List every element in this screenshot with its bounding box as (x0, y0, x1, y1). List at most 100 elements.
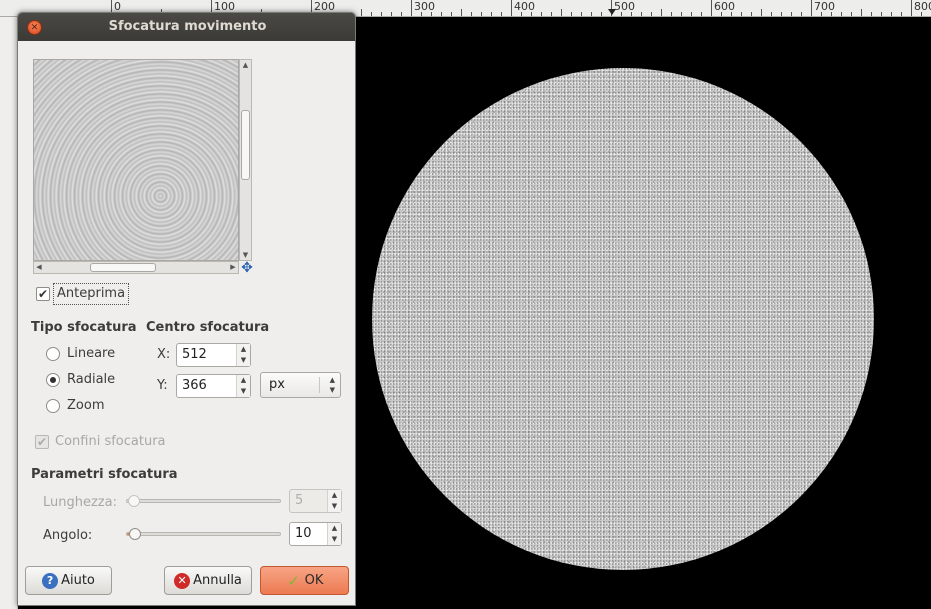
ruler-minor-tick (591, 12, 592, 16)
ruler-minor-tick (631, 12, 632, 16)
preview-horizontal-scrollbar[interactable]: ◀ ▶ (33, 261, 239, 274)
scroll-up-icon[interactable]: ▲ (240, 60, 251, 70)
ruler-minor-tick (741, 12, 742, 16)
dialog-title: Sfocatura movimento (108, 19, 267, 34)
ruler-minor-tick (551, 12, 552, 16)
center-y-spinbox[interactable]: 366 ▲ ▼ (176, 374, 251, 398)
ruler-minor-tick (381, 12, 382, 16)
length-slider (126, 499, 281, 503)
ruler-minor-tick (691, 12, 692, 16)
preview-checkbox[interactable]: ✔ (36, 287, 50, 301)
ruler-minor-tick (781, 12, 782, 16)
ruler-minor-tick (421, 12, 422, 16)
ruler-minor-tick (581, 12, 582, 16)
ruler-minor-tick (821, 12, 822, 16)
radio-linear-label: Lineare (67, 346, 116, 361)
ruler-minor-tick (721, 12, 722, 16)
check-icon: ✓ (287, 571, 300, 590)
ruler-minor-tick (641, 12, 642, 16)
ruler-minor-tick (481, 12, 482, 16)
ruler-minor-tick (841, 12, 842, 16)
blur-outline-checkbox: ✔ (35, 435, 49, 449)
preview-vertical-scrollbar[interactable]: ▲ ▼ (239, 59, 252, 261)
radio-linear[interactable] (46, 347, 60, 361)
ok-button-label: OK (304, 573, 324, 588)
ok-button[interactable]: ✓ OK (260, 566, 349, 595)
angle-slider-thumb[interactable] (129, 528, 141, 540)
ruler-minor-tick (861, 9, 862, 16)
ruler-minor-tick (751, 12, 752, 16)
motion-blur-dialog: ✕ Sfocatura movimento ▲ ▼ ◀ ▶ ✥ ✔ Antepr… (17, 12, 356, 606)
spin-arrows-icon[interactable]: ▲ ▼ (236, 375, 250, 397)
toolbox-strip (0, 17, 18, 609)
ruler-minor-tick (521, 12, 522, 16)
scroll-down-icon[interactable]: ▼ (240, 250, 251, 260)
ruler-pointer-marker (608, 9, 616, 15)
center-y-value: 366 (182, 378, 207, 393)
navigate-icon[interactable]: ✥ (240, 261, 254, 275)
cancel-icon: ✕ (174, 572, 191, 589)
ruler-major-tick (711, 0, 712, 16)
spin-arrows-icon[interactable]: ▲ ▼ (327, 523, 341, 545)
help-button[interactable]: ? Aiuto (25, 566, 112, 595)
scroll-right-icon[interactable]: ▶ (228, 262, 238, 273)
blur-center-heading: Centro sfocatura (146, 320, 270, 335)
ruler-minor-tick (651, 12, 652, 16)
ruler-minor-tick (451, 12, 452, 16)
ruler-major-tick (411, 0, 412, 16)
ruler-minor-tick (681, 12, 682, 16)
preview-label: Anteprima (57, 286, 126, 301)
ruler-minor-tick (671, 12, 672, 16)
blur-type-heading: Tipo sfocatura (31, 320, 137, 335)
parameters-heading: Parametri sfocatura (31, 467, 178, 482)
angle-value: 10 (295, 526, 312, 541)
help-button-label: Aiuto (61, 573, 95, 588)
ruler-minor-tick (871, 12, 872, 16)
spin-arrows-icon[interactable]: ▲ ▼ (236, 344, 250, 366)
ruler-minor-tick (801, 12, 802, 16)
ruler-minor-tick (831, 12, 832, 16)
y-label: Y: (157, 378, 168, 393)
center-x-spinbox[interactable]: 512 ▲ ▼ (176, 343, 251, 367)
ruler-minor-tick (531, 12, 532, 16)
dropdown-arrows-icon: ▲ ▼ (329, 376, 335, 394)
ruler-minor-tick (541, 12, 542, 16)
ruler-minor-tick (601, 12, 602, 16)
ruler-label: 800 (914, 0, 931, 13)
dialog-titlebar: ✕ Sfocatura movimento (18, 13, 355, 41)
ruler-minor-tick (881, 12, 882, 16)
radio-radial[interactable] (46, 373, 60, 387)
vertical-scroll-thumb[interactable] (241, 110, 250, 180)
length-spinbox: 5 ▲ ▼ (289, 489, 342, 513)
radio-zoom-label: Zoom (67, 398, 105, 413)
x-label: X: (157, 347, 171, 362)
unit-dropdown[interactable]: px ▲ ▼ (260, 372, 341, 398)
spin-arrows-icon: ▲ ▼ (327, 490, 341, 512)
radio-zoom[interactable] (46, 399, 60, 413)
ruler-minor-tick (701, 12, 702, 16)
ruler-minor-tick (891, 12, 892, 16)
ruler-minor-tick (791, 12, 792, 16)
ruler-minor-tick (571, 12, 572, 16)
ruler-major-tick (811, 0, 812, 16)
ruler-minor-tick (501, 12, 502, 16)
ruler-minor-tick (441, 12, 442, 16)
horizontal-scroll-thumb[interactable] (90, 263, 156, 272)
ruler-minor-tick (461, 9, 462, 16)
scroll-left-icon[interactable]: ◀ (34, 262, 44, 273)
ruler-minor-tick (731, 12, 732, 16)
ruler-minor-tick (391, 12, 392, 16)
preview-image[interactable] (33, 59, 239, 261)
ruler-minor-tick (491, 12, 492, 16)
ruler-minor-tick (851, 12, 852, 16)
blur-outline-label: Confini sfocatura (55, 434, 166, 449)
angle-spinbox[interactable]: 10 ▲ ▼ (289, 522, 342, 546)
ruler-minor-tick (431, 12, 432, 16)
cancel-button[interactable]: ✕ Annulla (164, 566, 252, 595)
ruler-minor-tick (921, 12, 922, 16)
unit-value: px (269, 377, 285, 392)
length-label: Lunghezza: (43, 495, 117, 510)
angle-slider[interactable] (126, 532, 281, 536)
center-x-value: 512 (182, 347, 207, 362)
noise-disc-image (372, 68, 874, 570)
